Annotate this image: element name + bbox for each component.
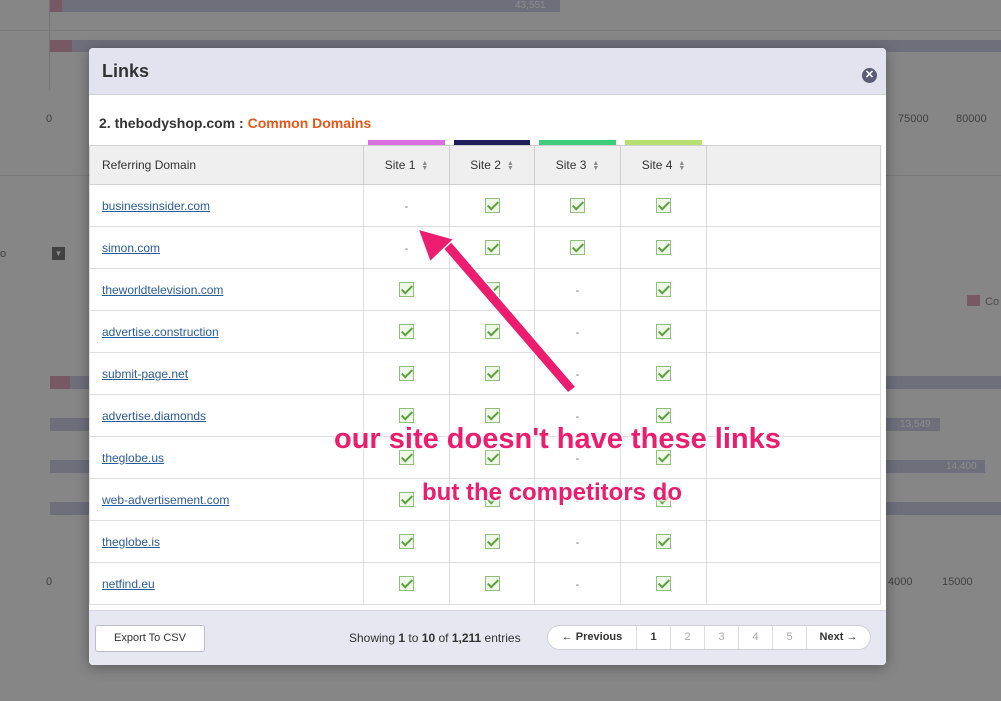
annotation-main-text: our site doesn't have these links bbox=[334, 423, 781, 455]
annotation-arrow-shaft bbox=[438, 238, 578, 395]
annotation-arrow bbox=[416, 227, 578, 395]
annotation-sub-text: but the competitors do bbox=[422, 479, 682, 506]
